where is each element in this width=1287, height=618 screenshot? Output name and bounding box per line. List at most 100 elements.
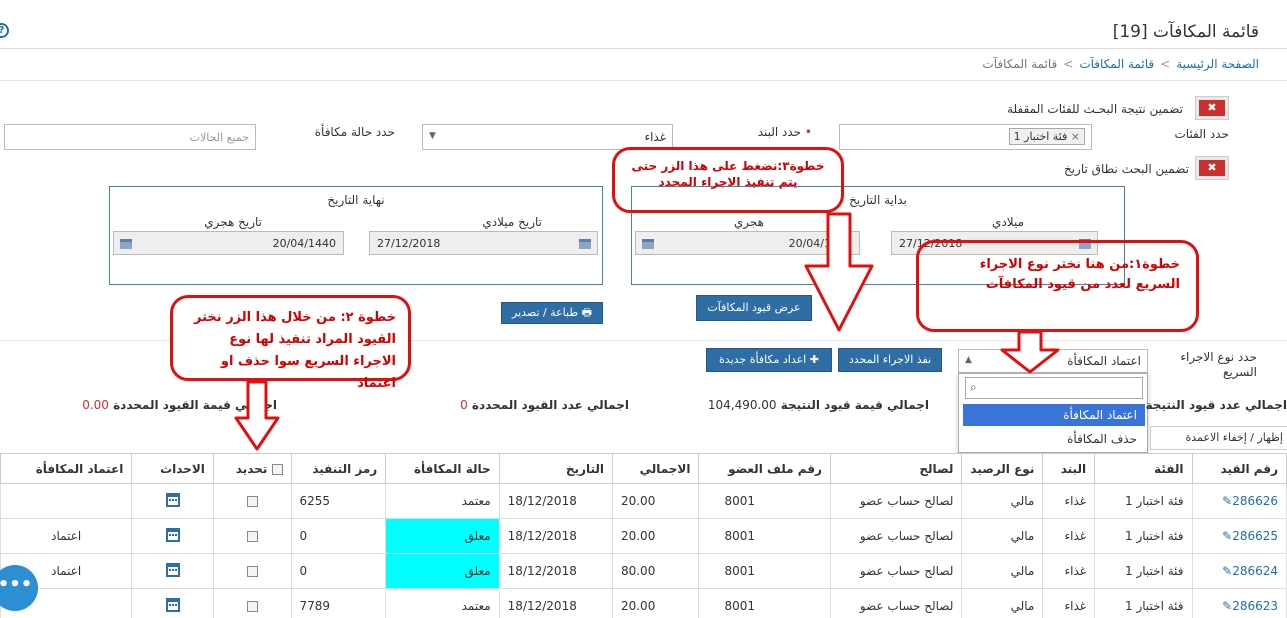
- status-cell: معلق: [385, 518, 500, 554]
- events-cell: [131, 553, 214, 589]
- col-category[interactable]: الفئة: [1094, 453, 1193, 484]
- categories-select[interactable]: × فئة اختبار 1: [839, 124, 1092, 150]
- quick-action-select[interactable]: اعتماد المكافأة ▲: [958, 349, 1148, 373]
- status-cell: معتمد: [385, 483, 500, 519]
- exec-code-cell: 0: [290, 518, 387, 554]
- breadcrumb: الصفحة الرئيسية>قائمة المكافآت>قائمة الم…: [982, 57, 1259, 71]
- categories-label: حدد الفئات: [1174, 127, 1229, 141]
- select-all-checkbox[interactable]: [271, 463, 283, 475]
- date-range-toggle[interactable]: ✖: [1195, 156, 1229, 180]
- date-cell: 18/12/2018: [498, 518, 613, 554]
- table-header: رقم القيد الفئة البند نوع الرصيد لصالح ر…: [0, 453, 1287, 484]
- table-row: 286624✎ فئة اختبار 1 غذاء مالي لصالح حسا…: [0, 553, 1287, 589]
- col-exec-code[interactable]: رمز التنفيذ: [290, 453, 387, 484]
- col-record-id[interactable]: رقم القيد: [1191, 453, 1287, 484]
- new-reward-button[interactable]: ✚ اعداد مكافأة جديدة: [706, 348, 832, 372]
- end-gregorian-value: 27/12/2018: [377, 237, 441, 250]
- calendar-icon[interactable]: [165, 597, 180, 612]
- start-hijri-value: 20/04/1440: [788, 237, 852, 250]
- search-icon: ⌕: [970, 380, 977, 394]
- option-approve[interactable]: اعتماد المكافأة: [963, 404, 1145, 426]
- calendar-icon[interactable]: [165, 562, 180, 577]
- total-cell: 20.00: [611, 518, 700, 554]
- item-cell: غذاء: [1042, 518, 1096, 554]
- breadcrumb-home[interactable]: الصفحة الرئيسية: [1176, 57, 1259, 71]
- step3-callout: خطوة٣:نضغط على هذا الزر حتى يتم تنفيذ ال…: [612, 147, 844, 213]
- member-cell: 8001: [698, 483, 831, 519]
- divider: [0, 48, 1287, 49]
- events-cell: [131, 588, 214, 618]
- status-select[interactable]: جميع الحالات: [4, 124, 256, 150]
- col-date[interactable]: التاريخ: [498, 453, 613, 484]
- exec-code-cell: 6255: [290, 483, 387, 519]
- edit-icon: ✎: [1222, 564, 1233, 578]
- date-cell: 18/12/2018: [498, 483, 613, 519]
- row-checkbox[interactable]: [246, 601, 258, 612]
- step2-arrow: [234, 380, 280, 451]
- category-cell: فئة اختبار 1: [1094, 553, 1193, 589]
- record-id-cell[interactable]: 286626✎: [1191, 483, 1287, 519]
- calendar-icon[interactable]: [165, 527, 180, 542]
- col-total[interactable]: الاجمالي: [611, 453, 700, 484]
- balance-cell: مالي: [961, 553, 1044, 589]
- item-cell: غذاء: [1042, 588, 1096, 618]
- col-select[interactable]: تحديد: [212, 453, 292, 484]
- page-title: قائمة المكافآت [19]: [1112, 22, 1259, 42]
- item-label: • حدد البند: [757, 125, 812, 139]
- total-cell: 20.00: [611, 588, 700, 618]
- approve-cell[interactable]: [0, 483, 133, 519]
- col-balance-type[interactable]: نوع الرصيد: [961, 453, 1044, 484]
- calendar-icon[interactable]: [642, 239, 654, 249]
- balance-cell: مالي: [961, 588, 1044, 618]
- end-hijri-value: 20/04/1440: [272, 237, 336, 250]
- approve-link[interactable]: اعتماد: [0, 518, 133, 554]
- end-date-panel: نهاية التاريخ تاريخ ميلادي تاريخ هجري 27…: [109, 186, 603, 285]
- for-cell: لصالح حساب عضو: [829, 518, 963, 554]
- step2-callout: خطوة ٢: من خلال هذا الزر نختر القيود الم…: [170, 295, 411, 391]
- include-frozen-toggle[interactable]: ✖: [1195, 96, 1229, 120]
- select-cell: [212, 483, 292, 519]
- col-item[interactable]: البند: [1042, 453, 1096, 484]
- total-cell: 20.00: [611, 483, 700, 519]
- record-id-cell[interactable]: 286623✎: [1191, 588, 1287, 618]
- col-status[interactable]: حالة المكافأة: [385, 453, 500, 484]
- breadcrumb-rewards[interactable]: قائمة المكافآت: [1079, 57, 1154, 71]
- col-member-file[interactable]: رقم ملف العضو: [698, 453, 831, 484]
- col-for[interactable]: لصالح: [829, 453, 963, 484]
- dropdown-search-input[interactable]: ⌕: [965, 377, 1143, 399]
- print-export-button[interactable]: 🖶 طباعة / تصدير: [501, 302, 603, 324]
- start-hijri-input[interactable]: 20/04/1440: [635, 231, 860, 255]
- date-cell: 18/12/2018: [498, 588, 613, 618]
- calendar-icon[interactable]: [120, 239, 132, 249]
- calendar-icon[interactable]: [165, 492, 180, 507]
- help-icon[interactable]: ?: [0, 23, 9, 38]
- select-cell: [212, 588, 292, 618]
- col-events[interactable]: الاحداث: [131, 453, 214, 484]
- end-gregorian-input[interactable]: 27/12/2018: [369, 231, 598, 255]
- select-cell: [212, 553, 292, 589]
- row-checkbox[interactable]: [246, 496, 258, 507]
- record-id-cell[interactable]: 286625✎: [1191, 518, 1287, 554]
- category-cell: فئة اختبار 1: [1094, 588, 1193, 618]
- show-hide-columns-button[interactable]: إظهار / إخفاء الاعمدة: [1150, 426, 1287, 450]
- col-approve[interactable]: اعتماد المكافأة: [0, 453, 133, 484]
- show-rewards-button[interactable]: عرض قيود المكافآت: [696, 295, 812, 321]
- quick-action-value: اعتماد المكافأة: [1067, 354, 1141, 368]
- calendar-icon[interactable]: [579, 239, 591, 249]
- print-icon: 🖶: [578, 306, 592, 319]
- member-cell: 8001: [698, 553, 831, 589]
- table-row: 286626✎ فئة اختبار 1 غذاء مالي لصالح حسا…: [0, 483, 1287, 519]
- selected-value-stat: اجمالي قيمة القيود المحددة 0.00: [82, 398, 277, 412]
- table-row: 286625✎ فئة اختبار 1 غذاء مالي لصالح حسا…: [0, 518, 1287, 554]
- exec-code-cell: 7789: [290, 588, 387, 618]
- category-tag[interactable]: × فئة اختبار 1: [1008, 128, 1085, 145]
- end-hijri-input[interactable]: 20/04/1440: [113, 231, 344, 255]
- total-cell: 80.00: [611, 553, 700, 589]
- option-delete[interactable]: حذف المكافأة: [963, 428, 1145, 450]
- row-checkbox[interactable]: [246, 566, 258, 577]
- record-id-cell[interactable]: 286624✎: [1191, 553, 1287, 589]
- execute-action-button[interactable]: نفذ الاجراء المحدد: [838, 348, 942, 372]
- status-label: حدد حالة مكافأة: [314, 125, 395, 139]
- exec-code-cell: 0: [290, 553, 387, 589]
- row-checkbox[interactable]: [246, 531, 258, 542]
